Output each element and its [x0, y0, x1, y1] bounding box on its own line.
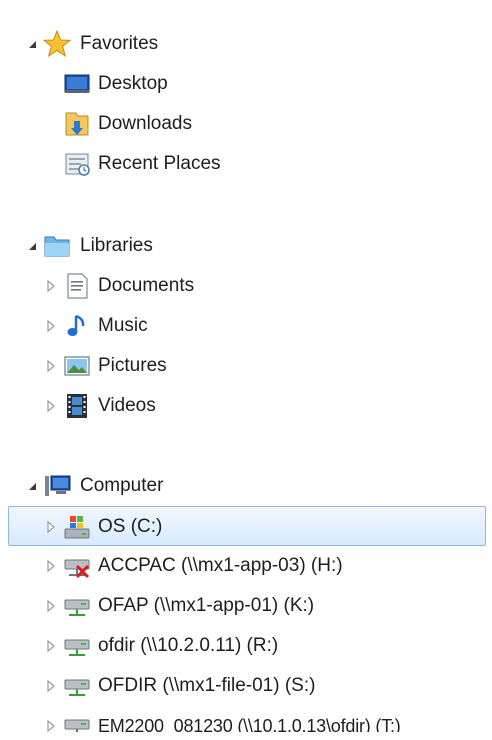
- desktop-icon: [62, 69, 92, 99]
- tree-item-label: OS (C:): [98, 516, 163, 537]
- collapsed-arrow-icon[interactable]: [46, 559, 56, 573]
- tree-item-label: Recent Places: [98, 153, 221, 174]
- navigation-pane: Favorites Desktop Downloads Recent Place…: [8, 8, 486, 732]
- star-icon: [42, 29, 72, 59]
- collapsed-arrow-icon[interactable]: [46, 279, 56, 293]
- collapsed-arrow-icon[interactable]: [46, 639, 56, 653]
- tree-item-label: OFAP (\\mx1-app-01) (K:): [98, 595, 315, 616]
- disconnected-network-drive-icon: [62, 551, 92, 581]
- tree-item-label: ACCPAC (\\mx1-app-03) (H:): [98, 555, 343, 576]
- tree-item-label: Downloads: [98, 113, 192, 134]
- tree-item-label: EM2200_081230 (\\10.1.0.13\ofdir) (T:): [98, 716, 401, 732]
- tree-item-label: Videos: [98, 395, 156, 416]
- tree-item-libraries[interactable]: Libraries: [8, 226, 486, 266]
- tree-item-pictures[interactable]: Pictures: [8, 346, 486, 386]
- tree-item-recent-places[interactable]: Recent Places: [8, 144, 486, 184]
- libraries-folder-icon: [42, 231, 72, 261]
- collapsed-arrow-icon[interactable]: [46, 399, 56, 413]
- film-strip-icon: [62, 391, 92, 421]
- tree-item-label: Favorites: [80, 33, 159, 54]
- collapsed-arrow-icon[interactable]: [46, 599, 56, 613]
- collapsed-arrow-icon[interactable]: [46, 719, 56, 732]
- tree-item-label: OFDIR (\\mx1-file-01) (S:): [98, 675, 316, 696]
- tree-item-drive-k[interactable]: OFAP (\\mx1-app-01) (K:): [8, 586, 486, 626]
- tree-item-computer[interactable]: Computer: [8, 466, 486, 506]
- tree-item-drive-h[interactable]: ACCPAC (\\mx1-app-03) (H:): [8, 546, 486, 586]
- local-disk-icon: [62, 512, 92, 542]
- tree-item-label: Computer: [80, 475, 164, 496]
- tree-item-drive-s[interactable]: OFDIR (\\mx1-file-01) (S:): [8, 666, 486, 706]
- tree-item-drive-c[interactable]: OS (C:): [8, 506, 486, 546]
- tree-item-label: Libraries: [80, 235, 153, 256]
- tree-item-label: Desktop: [98, 73, 168, 94]
- expanded-arrow-icon[interactable]: [28, 479, 38, 493]
- expanded-arrow-icon[interactable]: [28, 239, 38, 253]
- tree-item-drive-t[interactable]: EM2200_081230 (\\10.1.0.13\ofdir) (T:): [8, 706, 486, 732]
- collapsed-arrow-icon[interactable]: [46, 319, 56, 333]
- tree-item-music[interactable]: Music: [8, 306, 486, 346]
- collapsed-arrow-icon[interactable]: [46, 520, 56, 534]
- tree-item-desktop[interactable]: Desktop: [8, 64, 486, 104]
- expanded-arrow-icon[interactable]: [28, 37, 38, 51]
- recent-places-icon: [62, 149, 92, 179]
- tree-item-documents[interactable]: Documents: [8, 266, 486, 306]
- network-drive-icon: [62, 671, 92, 701]
- network-drive-icon: [62, 591, 92, 621]
- network-drive-icon: [62, 711, 92, 732]
- pictures-icon: [62, 351, 92, 381]
- collapsed-arrow-icon[interactable]: [46, 679, 56, 693]
- tree-item-label: Pictures: [98, 355, 167, 376]
- music-note-icon: [62, 311, 92, 341]
- tree-item-videos[interactable]: Videos: [8, 386, 486, 426]
- computer-icon: [42, 471, 72, 501]
- tree-item-label: Music: [98, 315, 148, 336]
- tree-item-drive-r[interactable]: ofdir (\\10.2.0.11) (R:): [8, 626, 486, 666]
- documents-icon: [62, 271, 92, 301]
- tree-item-favorites[interactable]: Favorites: [8, 24, 486, 64]
- tree-item-downloads[interactable]: Downloads: [8, 104, 486, 144]
- tree-item-label: Documents: [98, 275, 195, 296]
- tree-item-label: ofdir (\\10.2.0.11) (R:): [98, 635, 279, 656]
- network-drive-icon: [62, 631, 92, 661]
- collapsed-arrow-icon[interactable]: [46, 359, 56, 373]
- downloads-folder-icon: [62, 109, 92, 139]
